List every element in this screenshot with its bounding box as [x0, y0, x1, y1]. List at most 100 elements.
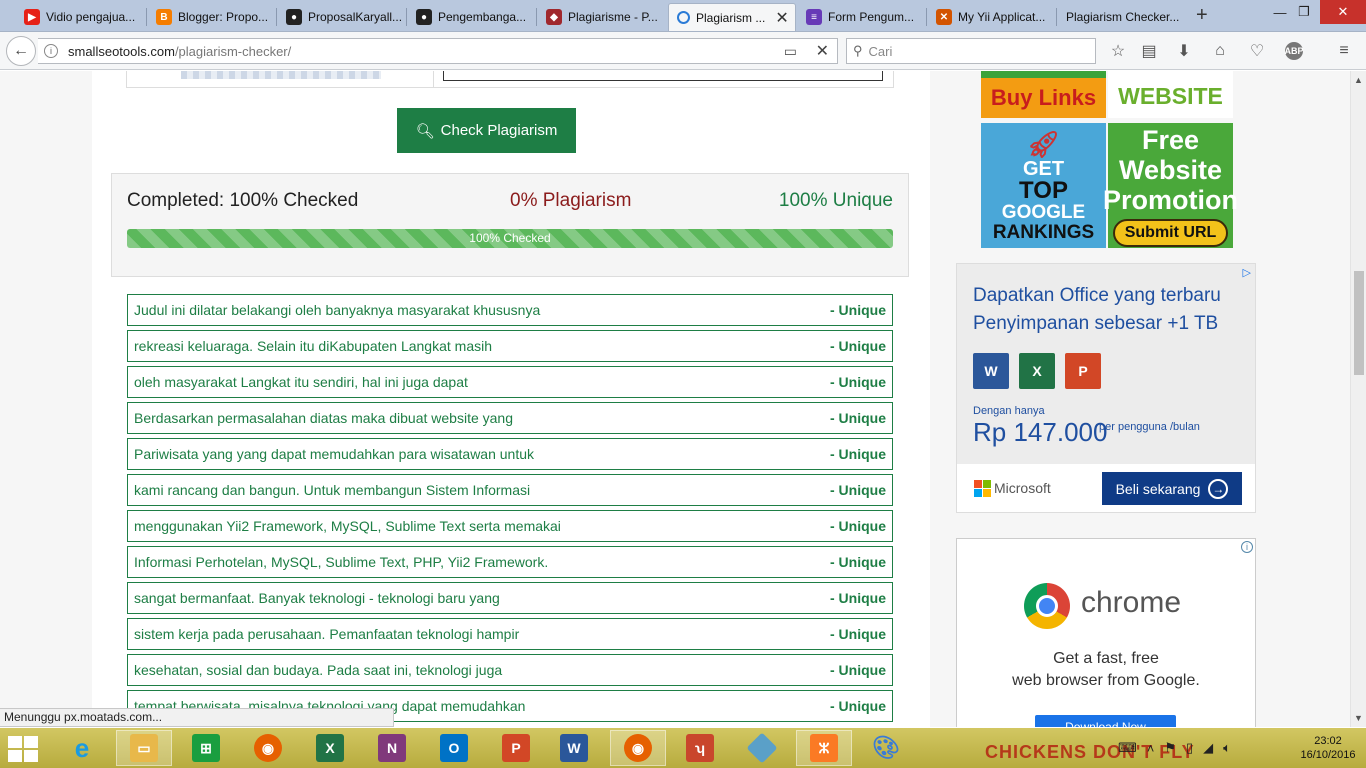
- foxit-taskbar-button[interactable]: ʮ: [672, 730, 728, 766]
- paint-palette-icon: 🎨︎: [872, 735, 900, 760]
- tab-blogger[interactable]: B Blogger: Propo...: [148, 3, 276, 31]
- ad-info-icon[interactable]: i: [1241, 541, 1253, 553]
- result-text: Informasi Perhotelan, MySQL, Sublime Tex…: [134, 554, 549, 570]
- home-icon[interactable]: ⌂: [1210, 41, 1230, 61]
- action-center-icon[interactable]: ⚑: [1164, 740, 1176, 756]
- windows-start-icon[interactable]: [8, 736, 38, 762]
- bookmarks-menu-icon[interactable]: ▤: [1139, 41, 1159, 61]
- keyboard-icon[interactable]: ⌨: [1118, 740, 1137, 756]
- download-icon[interactable]: ⬇: [1174, 41, 1194, 61]
- result-text: Berdasarkan permasalahan diatas maka dib…: [134, 410, 514, 426]
- show-hidden-icon[interactable]: ˄: [1147, 741, 1155, 756]
- excel-icon: X: [316, 734, 344, 762]
- web-page: 🔍︎ Check Plagiarism Completed: 100% Chec…: [0, 71, 1350, 727]
- url-bar[interactable]: i smallseotools.com/plagiarism-checker/ …: [38, 38, 838, 64]
- window-close-icon[interactable]: ✕: [1320, 0, 1366, 24]
- result-text: menggunakan Yii2 Framework, MySQL, Subli…: [134, 518, 561, 534]
- completed-status: Completed: 100% Checked: [127, 190, 359, 211]
- outlook-taskbar-button[interactable]: O: [426, 730, 482, 766]
- tab-youtube[interactable]: ▶ Vidio pengajua...: [16, 3, 146, 31]
- search-icon: ⚲: [853, 43, 863, 58]
- paint-taskbar-button[interactable]: 🎨︎: [858, 730, 914, 766]
- bookmark-star-icon[interactable]: ☆: [1108, 41, 1128, 61]
- website-ad[interactable]: WEBSITE: [1108, 71, 1233, 118]
- powerpoint-taskbar-button[interactable]: P: [488, 730, 544, 766]
- internet-explorer-icon: e: [74, 732, 90, 763]
- captcha-image: [181, 71, 381, 79]
- captcha-input[interactable]: [443, 71, 883, 81]
- scroll-thumb[interactable]: [1354, 271, 1364, 375]
- microsoft-logo-icon: [974, 480, 991, 497]
- battery-icon[interactable]: ▯: [1186, 740, 1193, 756]
- office-ad[interactable]: ▷ Dapatkan Office yang terbaru Penyimpan…: [956, 263, 1256, 513]
- word-taskbar-button[interactable]: W: [546, 730, 602, 766]
- outlook-icon: O: [440, 734, 468, 762]
- search-input[interactable]: ⚲ Cari: [846, 38, 1096, 64]
- vertical-scrollbar[interactable]: ▲ ▼: [1350, 71, 1366, 727]
- rocket-icon: 🚀︎: [1026, 128, 1060, 159]
- system-tray: ⌨ ˄ ⚑ ▯ ◢ 🔈︎: [1118, 728, 1231, 768]
- onenote-taskbar-button[interactable]: N: [364, 730, 420, 766]
- scroll-down-icon[interactable]: ▼: [1354, 713, 1363, 723]
- unique-tag: - Unique: [830, 374, 886, 390]
- maximize-icon[interactable]: ❐: [1284, 0, 1324, 24]
- yii-icon: ✕: [936, 9, 952, 25]
- result-text: rekreasi keluaraga. Selain itu diKabupat…: [134, 338, 493, 354]
- github-icon: ●: [416, 9, 432, 25]
- result-text: kami rancang dan bangun. Untuk membangun…: [134, 482, 531, 498]
- explorer-taskbar-button[interactable]: ▭: [116, 730, 172, 766]
- result-row: rekreasi keluaraga. Selain itu diKabupat…: [127, 330, 893, 362]
- excel-icon: X: [1019, 353, 1055, 389]
- result-row: kami rancang dan bangun. Untuk membangun…: [127, 474, 893, 506]
- tab-github-proposal[interactable]: ● ProposalKaryall...: [278, 3, 406, 31]
- buy-links-ad[interactable]: Buy Links: [981, 71, 1106, 118]
- forms-icon: ≡: [806, 9, 822, 25]
- clock-time: 23:02: [1314, 735, 1342, 747]
- result-row: Judul ini dilatar belakangi oleh banyakn…: [127, 294, 893, 326]
- chrome-logo-icon: [1024, 583, 1070, 629]
- excel-taskbar-button[interactable]: X: [302, 730, 358, 766]
- onenote-icon: N: [378, 734, 406, 762]
- tab-yii[interactable]: ✕ My Yii Applicat...: [928, 3, 1056, 31]
- app-taskbar-button[interactable]: [734, 730, 790, 766]
- store-taskbar-button[interactable]: ⊞: [178, 730, 234, 766]
- adchoices-icon[interactable]: ▷: [1243, 266, 1251, 279]
- folder-icon: ▭: [130, 734, 158, 762]
- info-icon[interactable]: i: [44, 44, 58, 58]
- tab-form[interactable]: ≡ Form Pengum...: [798, 3, 926, 31]
- xampp-taskbar-button[interactable]: ⵣ: [796, 730, 852, 766]
- menu-icon[interactable]: ≡: [1334, 41, 1354, 61]
- unique-tag: - Unique: [830, 302, 886, 318]
- unique-tag: - Unique: [830, 626, 886, 642]
- volume-icon[interactable]: 🔈︎: [1223, 740, 1231, 756]
- download-chrome-button[interactable]: Download Now: [1035, 715, 1176, 727]
- tab-plagiarism-active[interactable]: Plagiarism ... ✕: [668, 3, 796, 31]
- tab-plagiarisme[interactable]: ◆ Plagiarisme - P...: [538, 3, 666, 31]
- close-tab-icon[interactable]: ✕: [775, 8, 788, 28]
- adblock-icon[interactable]: ABP: [1285, 42, 1304, 60]
- firefox-active-taskbar-button[interactable]: ◉: [610, 730, 666, 766]
- office-headline: Dapatkan Office yang terbaru Penyimpanan…: [973, 285, 1221, 334]
- firefox-taskbar-button[interactable]: ◉: [240, 730, 296, 766]
- status-bar: Menunggu px.moatads.com...: [0, 708, 394, 727]
- check-plagiarism-button[interactable]: 🔍︎ Check Plagiarism: [397, 108, 576, 153]
- google-rankings-ad[interactable]: 🚀︎ GET TOP GOOGLE RANKINGS: [981, 123, 1106, 248]
- result-row: sistem kerja pada perusahaan. Pemanfaata…: [127, 618, 893, 650]
- website-promotion-ad[interactable]: Free Website Promotion Submit URL: [1103, 123, 1238, 248]
- scroll-up-icon[interactable]: ▲: [1354, 75, 1363, 85]
- new-tab-icon[interactable]: +: [1196, 4, 1208, 27]
- tab-plagiarism-checker[interactable]: Plagiarism Checker...: [1058, 3, 1186, 31]
- tab-github-pengembangan[interactable]: ● Pengembanga...: [408, 3, 536, 31]
- network-icon[interactable]: ◢: [1203, 740, 1213, 756]
- submit-url-button[interactable]: Submit URL: [1112, 218, 1229, 247]
- ie-taskbar-button[interactable]: e: [54, 730, 110, 766]
- reader-view-icon[interactable]: ▭: [784, 43, 797, 60]
- pocket-icon[interactable]: ♡: [1247, 41, 1267, 61]
- buy-now-button[interactable]: Beli sekarang →: [1102, 472, 1242, 505]
- clock[interactable]: 23:02 16/10/2016: [1298, 734, 1358, 762]
- unique-tag: - Unique: [830, 698, 886, 714]
- chrome-ad[interactable]: i chrome Get a fast, free web browser fr…: [956, 538, 1256, 727]
- back-button[interactable]: ←: [6, 36, 36, 66]
- stop-icon[interactable]: ✕: [816, 41, 829, 61]
- progress-bar: 100% Checked: [127, 229, 893, 248]
